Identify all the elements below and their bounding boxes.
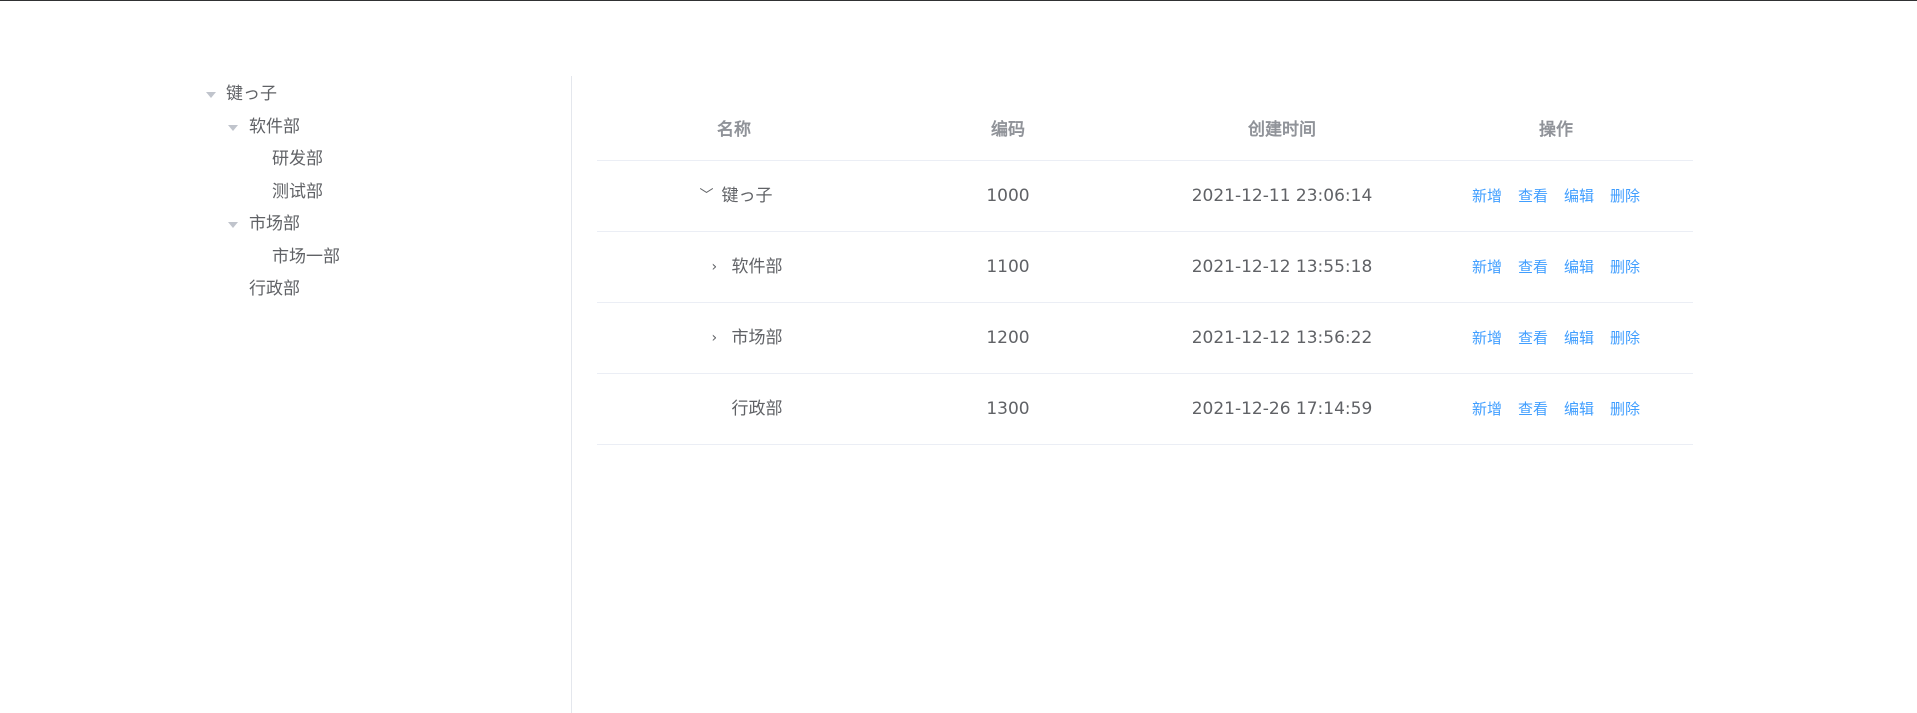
table-row: › 市场部 1200 2021-12-12 13:56:22 新增 查看 编辑 … [597, 303, 1693, 374]
add-button[interactable]: 新增 [1472, 374, 1502, 444]
column-header-name: 名称 [717, 120, 751, 140]
table-header: 名称 编码 创建时间 操作 [597, 100, 1693, 161]
table-row: ﹀ 键っ子 1000 2021-12-11 23:06:14 新增 查看 编辑 … [597, 161, 1693, 232]
tree-node-rnd[interactable]: 研发部 [200, 143, 560, 176]
edit-button[interactable]: 编辑 [1564, 374, 1594, 444]
table-row: › 软件部 1100 2021-12-12 13:55:18 新增 查看 编辑 … [597, 232, 1693, 303]
department-table: 名称 编码 创建时间 操作 ﹀ 键っ子 1000 2021-12-11 23:0… [597, 100, 1693, 445]
table-row: 行政部 1300 2021-12-26 17:14:59 新增 查看 编辑 删除 [597, 374, 1693, 445]
row-name: 软件部 [731, 257, 783, 277]
caret-down-icon[interactable] [228, 124, 238, 131]
tree-node-label: 测试部 [272, 181, 323, 202]
column-header-code: 编码 [991, 120, 1025, 140]
tree-node-label: 研发部 [272, 149, 323, 169]
cell-created: 2021-12-12 13:56:22 [1191, 328, 1373, 348]
tree-node-testing[interactable]: 测试部 [200, 176, 560, 209]
view-button[interactable]: 查看 [1518, 161, 1548, 231]
delete-button[interactable]: 删除 [1610, 303, 1640, 373]
edit-button[interactable]: 编辑 [1564, 303, 1594, 373]
caret-down-icon[interactable] [228, 222, 238, 228]
cell-code: 1200 [986, 328, 1030, 348]
cell-created: 2021-12-26 17:14:59 [1191, 399, 1373, 419]
tree-node-marketing[interactable]: 市场部 [200, 208, 560, 241]
add-button[interactable]: 新增 [1472, 232, 1502, 302]
column-header-created: 创建时间 [1248, 120, 1316, 140]
cell-code: 1300 [986, 399, 1030, 419]
column-header-actions: 操作 [1539, 120, 1573, 140]
chevron-down-icon[interactable]: ﹀ [700, 161, 714, 231]
row-name: 键っ子 [721, 186, 773, 206]
delete-button[interactable]: 删除 [1610, 161, 1640, 231]
chevron-right-icon[interactable]: › [712, 303, 718, 373]
tree-node-label: 行政部 [249, 279, 300, 299]
tree-node-marketing-1[interactable]: 市场一部 [200, 241, 560, 274]
row-name: 市场部 [731, 328, 783, 348]
tree-node-label: 键っ子 [226, 84, 277, 104]
cell-name: 行政部 [597, 374, 871, 444]
tree-node-label: 市场部 [249, 214, 300, 234]
cell-code: 1100 [986, 257, 1030, 277]
tree-node-label: 市场一部 [272, 246, 340, 267]
tree-node-root[interactable]: 键っ子 [200, 78, 560, 111]
cell-actions: 新增 查看 编辑 删除 [1419, 374, 1693, 444]
edit-button[interactable]: 编辑 [1564, 232, 1594, 302]
tree-node-admin[interactable]: 行政部 [200, 273, 560, 306]
delete-button[interactable]: 删除 [1610, 374, 1640, 444]
view-button[interactable]: 查看 [1518, 232, 1548, 302]
add-button[interactable]: 新增 [1472, 303, 1502, 373]
cell-name: › 软件部 [597, 232, 871, 302]
cell-created: 2021-12-12 13:55:18 [1191, 257, 1373, 277]
top-border [0, 0, 1917, 1]
cell-actions: 新增 查看 编辑 删除 [1419, 303, 1693, 373]
row-name: 行政部 [731, 399, 783, 419]
cell-name: › 市场部 [597, 303, 871, 373]
chevron-right-icon[interactable]: › [712, 232, 718, 302]
department-tree: 键っ子 软件部 研发部 测试部 市场部 市场一部 行政部 [200, 78, 560, 306]
cell-name: ﹀ 键っ子 [597, 161, 871, 231]
cell-created: 2021-12-11 23:06:14 [1191, 186, 1373, 206]
cell-actions: 新增 查看 编辑 删除 [1419, 161, 1693, 231]
panel-divider [571, 76, 572, 713]
add-button[interactable]: 新增 [1472, 161, 1502, 231]
caret-down-icon[interactable] [206, 92, 216, 98]
delete-button[interactable]: 删除 [1610, 232, 1640, 302]
cell-code: 1000 [986, 186, 1030, 206]
tree-node-software[interactable]: 软件部 [200, 111, 560, 144]
cell-actions: 新增 查看 编辑 删除 [1419, 232, 1693, 302]
view-button[interactable]: 查看 [1518, 374, 1548, 444]
view-button[interactable]: 查看 [1518, 303, 1548, 373]
edit-button[interactable]: 编辑 [1564, 161, 1594, 231]
tree-node-label: 软件部 [249, 116, 300, 137]
